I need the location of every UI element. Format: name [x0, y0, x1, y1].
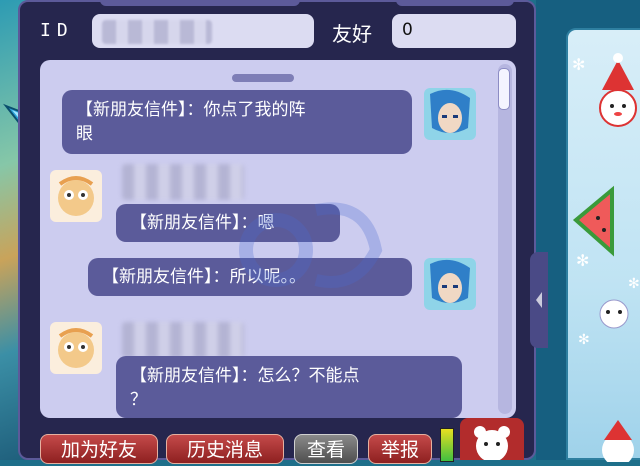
- message-bubble-outgoing: 【新朋友信件】：你点了我的阵 眼: [62, 90, 412, 154]
- contact-name-redacted: [122, 322, 244, 358]
- snowman-icon: ✻ ✻ ✻ ✻: [572, 53, 640, 466]
- id-value-redacted: [102, 20, 212, 44]
- avatar-self: [424, 258, 476, 310]
- avatar-contact: [50, 170, 102, 222]
- scroll-arrow-icon: [536, 292, 542, 308]
- drag-handle[interactable]: [232, 74, 294, 82]
- message-bubble-incoming: 【新朋友信件】：怎么？不能点 ？: [116, 356, 462, 418]
- svg-text:✻: ✻: [628, 276, 640, 292]
- snowflake-icon: ✻: [572, 55, 585, 74]
- svg-text:✻: ✻: [576, 251, 589, 270]
- id-label: ID: [40, 20, 74, 41]
- message-bubble-incoming: 【新朋友信件】：嗯: [116, 204, 340, 242]
- side-collapse-tab[interactable]: [530, 252, 548, 348]
- svg-text:✻: ✻: [578, 332, 590, 348]
- watermelon-icon: [572, 185, 614, 257]
- friendship-value: 0: [402, 20, 413, 40]
- bear-icon: [474, 426, 510, 462]
- contact-name-redacted: [122, 164, 244, 200]
- pet-avatar[interactable]: [460, 418, 524, 462]
- friendship-label: 友好: [332, 22, 372, 46]
- avatar-contact: [50, 322, 102, 374]
- panel-top-edge: [100, 0, 300, 6]
- panel-top-edge: [396, 0, 514, 6]
- scrollbar[interactable]: [498, 64, 512, 414]
- message-bubble-outgoing: 【新朋友信件】：所以呢。。: [88, 258, 412, 296]
- status-meter: [440, 428, 454, 462]
- message-list[interactable]: 【新朋友信件】：你点了我的阵 眼 【新朋友信件】：嗯 【新朋友信件】：所以呢。。: [40, 60, 516, 418]
- scrollbar-thumb[interactable]: [498, 68, 510, 110]
- avatar-self: [424, 88, 476, 140]
- decor-card: ✻ ✻ ✻ ✻: [566, 28, 640, 466]
